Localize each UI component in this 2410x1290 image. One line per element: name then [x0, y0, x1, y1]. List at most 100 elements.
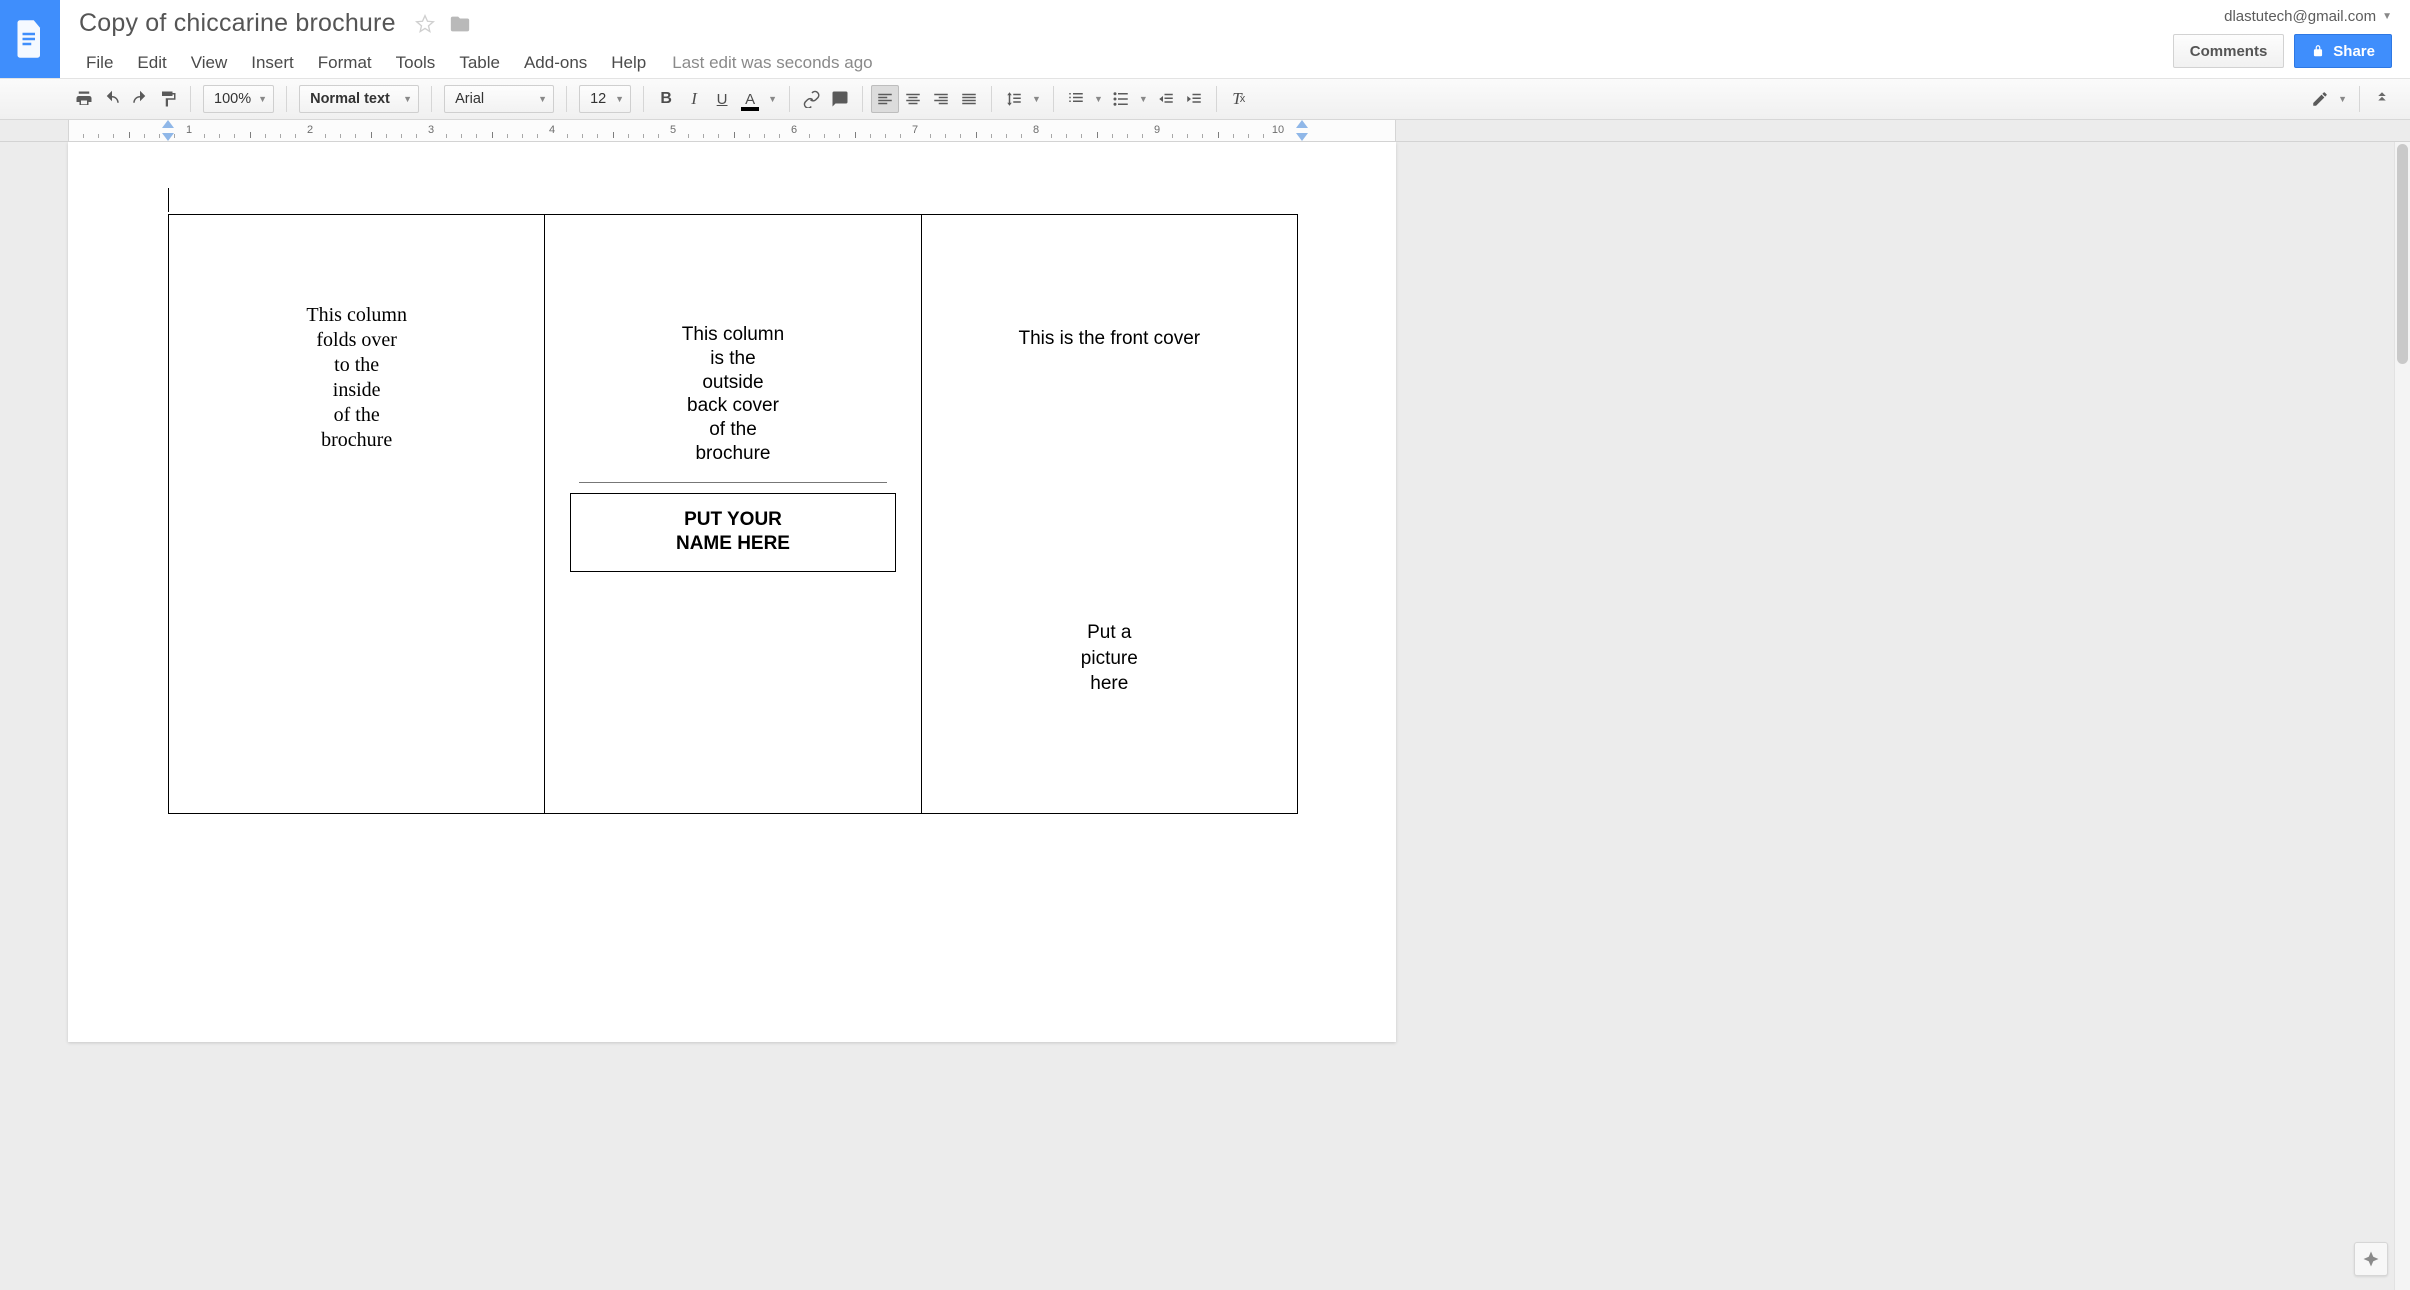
- col3-front-cover-text[interactable]: This is the front cover: [1019, 328, 1201, 350]
- docs-logo[interactable]: [0, 0, 60, 78]
- first-line-indent-marker[interactable]: [162, 120, 174, 128]
- col2-text[interactable]: This column is the outside back cover of…: [682, 323, 784, 466]
- right-indent-marker[interactable]: [1296, 133, 1308, 141]
- menu-view[interactable]: View: [179, 49, 240, 77]
- chevron-down-icon: ▼: [2382, 11, 2392, 22]
- chevron-down-icon: ▼: [538, 94, 547, 104]
- brochure-col-3[interactable]: This is the front cover Put a picture he…: [922, 215, 1297, 813]
- share-button-label: Share: [2333, 43, 2375, 60]
- menu-edit[interactable]: Edit: [125, 49, 178, 77]
- horizontal-ruler[interactable]: 12345678910: [0, 120, 2410, 142]
- col3-picture-line: Put a: [1081, 620, 1138, 646]
- print-button[interactable]: [70, 85, 98, 113]
- ruler-page-area: [68, 120, 1396, 141]
- header-buttons: Comments Share: [2173, 34, 2392, 68]
- docs-document-icon: [15, 20, 45, 58]
- col1-text[interactable]: This column folds over to the inside of …: [306, 303, 407, 453]
- line-spacing-button[interactable]: [1000, 85, 1028, 113]
- menu-table[interactable]: Table: [447, 49, 512, 77]
- editing-mode-button[interactable]: [2306, 85, 2334, 113]
- bold-button[interactable]: B: [652, 85, 680, 113]
- menubar: File Edit View Insert Format Tools Table…: [74, 41, 2163, 77]
- bulleted-list-caret[interactable]: ▼: [1135, 85, 1152, 113]
- align-left-button[interactable]: [871, 85, 899, 113]
- align-justify-button[interactable]: [955, 85, 983, 113]
- menu-format[interactable]: Format: [306, 49, 384, 77]
- col1-line: brochure: [306, 428, 407, 453]
- underline-button[interactable]: U: [708, 85, 736, 113]
- align-center-button[interactable]: [899, 85, 927, 113]
- col3-picture-text[interactable]: Put a picture here: [1081, 620, 1138, 697]
- star-icon[interactable]: [415, 14, 435, 34]
- increase-indent-button[interactable]: [1180, 85, 1208, 113]
- italic-button[interactable]: I: [680, 85, 708, 113]
- right-indent-marker-top[interactable]: [1296, 120, 1308, 128]
- redo-button[interactable]: [126, 85, 154, 113]
- horizontal-rule: [579, 482, 888, 483]
- move-to-folder-icon[interactable]: [449, 13, 471, 35]
- align-right-button[interactable]: [927, 85, 955, 113]
- lock-icon: [2311, 44, 2325, 58]
- col1-line: folds over: [306, 328, 407, 353]
- col1-line: to the: [306, 353, 407, 378]
- bulleted-list-button[interactable]: [1107, 85, 1135, 113]
- comments-button[interactable]: Comments: [2173, 34, 2285, 68]
- account-switcher[interactable]: dlastutech@gmail.com ▼: [2224, 8, 2392, 25]
- share-button[interactable]: Share: [2294, 34, 2392, 68]
- chevron-down-icon: ▼: [258, 94, 267, 104]
- numbered-list-caret[interactable]: ▼: [1090, 85, 1107, 113]
- paragraph-style-select[interactable]: Normal text ▼: [299, 85, 419, 113]
- toolbar-separator: [1053, 86, 1054, 112]
- toolbar-separator: [643, 86, 644, 112]
- numbered-list-button[interactable]: [1062, 85, 1090, 113]
- last-edit-text[interactable]: Last edit was seconds ago: [658, 53, 872, 73]
- account-email-text: dlastutech@gmail.com: [2224, 8, 2376, 25]
- col1-line: inside: [306, 378, 407, 403]
- editing-mode-caret[interactable]: ▼: [2334, 85, 2351, 113]
- left-indent-marker[interactable]: [162, 133, 174, 141]
- undo-button[interactable]: [98, 85, 126, 113]
- text-color-button[interactable]: A: [736, 85, 764, 113]
- zoom-select[interactable]: 100% ▼: [203, 85, 274, 113]
- insert-link-button[interactable]: [798, 85, 826, 113]
- zoom-value: 100%: [214, 91, 251, 107]
- col3-picture-line: here: [1081, 671, 1138, 697]
- hide-menus-button[interactable]: [2368, 85, 2396, 113]
- name-box-line: PUT YOUR: [579, 508, 887, 533]
- document-canvas[interactable]: This column folds over to the inside of …: [0, 142, 2410, 1290]
- brochure-col-2[interactable]: This column is the outside back cover of…: [545, 215, 921, 813]
- page[interactable]: This column folds over to the inside of …: [68, 142, 1396, 1042]
- clear-formatting-button[interactable]: Tx: [1225, 85, 1253, 113]
- col3-picture-line: picture: [1081, 646, 1138, 672]
- menu-insert[interactable]: Insert: [239, 49, 306, 77]
- insert-comment-button[interactable]: [826, 85, 854, 113]
- decrease-indent-button[interactable]: [1152, 85, 1180, 113]
- name-box[interactable]: PUT YOUR NAME HERE: [570, 493, 896, 572]
- menu-tools[interactable]: Tools: [384, 49, 448, 77]
- menu-help[interactable]: Help: [599, 49, 658, 77]
- col2-line: brochure: [682, 442, 784, 466]
- vertical-scrollbar[interactable]: [2394, 142, 2410, 1290]
- col1-line: This column: [306, 303, 407, 328]
- brochure-table[interactable]: This column folds over to the inside of …: [168, 214, 1298, 814]
- toolbar-separator: [286, 86, 287, 112]
- font-size-select[interactable]: 12 ▼: [579, 85, 631, 113]
- menu-addons[interactable]: Add-ons: [512, 49, 599, 77]
- title-row: Copy of chiccarine brochure: [74, 0, 2163, 41]
- chevron-down-icon: ▼: [403, 94, 412, 104]
- account-block: dlastutech@gmail.com ▼ Comments Share: [2163, 0, 2410, 78]
- menu-file[interactable]: File: [74, 49, 125, 77]
- line-spacing-caret[interactable]: ▼: [1028, 85, 1045, 113]
- explore-button[interactable]: [2354, 1242, 2388, 1276]
- text-color-caret[interactable]: ▼: [764, 85, 781, 113]
- toolbar-separator: [862, 86, 863, 112]
- document-title[interactable]: Copy of chiccarine brochure: [74, 6, 401, 41]
- paint-format-button[interactable]: [154, 85, 182, 113]
- toolbar-separator: [1216, 86, 1217, 112]
- toolbar-separator: [566, 86, 567, 112]
- toolbar-separator: [2359, 86, 2360, 112]
- brochure-col-1[interactable]: This column folds over to the inside of …: [169, 215, 545, 813]
- col2-line: back cover: [682, 394, 784, 418]
- vertical-scroll-thumb[interactable]: [2397, 144, 2408, 364]
- font-family-select[interactable]: Arial ▼: [444, 85, 554, 113]
